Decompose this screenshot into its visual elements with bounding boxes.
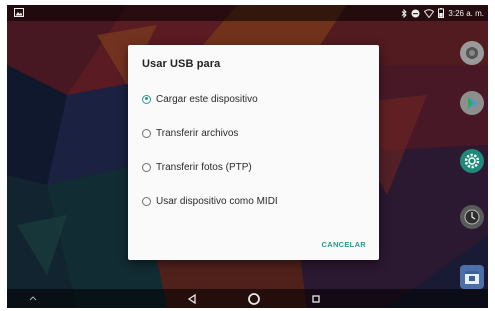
camera-app-icon[interactable]	[460, 41, 484, 65]
usb-option-file-transfer[interactable]: Transferir archivos	[142, 125, 238, 141]
option-label: Cargar este dispositivo	[156, 93, 258, 105]
device-frame: 3:26 a. m. Usar USB para Cargar este dis…	[0, 0, 495, 311]
screenshot-icon	[14, 8, 24, 17]
do-not-disturb-icon	[411, 9, 420, 17]
status-bar: 3:26 a. m.	[7, 5, 488, 21]
option-label: Usar dispositivo como MIDI	[156, 195, 278, 207]
battery-icon	[438, 8, 445, 18]
usb-option-photo-transfer[interactable]: Transferir fotos (PTP)	[142, 159, 252, 175]
bluetooth-icon	[402, 8, 408, 18]
home-app-dock	[452, 33, 488, 305]
wifi-icon	[424, 8, 435, 18]
settings-app-icon[interactable]	[460, 149, 484, 173]
radio-selected-icon[interactable]	[142, 94, 151, 104]
usb-options-dialog: Usar USB para Cargar este dispositivo Tr…	[128, 45, 379, 260]
status-clock: 3:26 a. m.	[448, 8, 484, 18]
up-chevron-icon	[29, 296, 37, 301]
usb-option-charge[interactable]: Cargar este dispositivo	[142, 91, 258, 107]
recents-icon[interactable]	[309, 292, 323, 306]
navigation-bar	[7, 289, 488, 308]
dialog-title: Usar USB para	[142, 58, 221, 70]
radio-unselected-icon[interactable]	[142, 128, 151, 138]
back-icon[interactable]	[185, 292, 199, 306]
option-label: Transferir archivos	[156, 127, 239, 139]
radio-unselected-icon[interactable]	[142, 196, 151, 206]
cancel-button[interactable]: CANCELAR	[322, 240, 366, 249]
play-store-icon[interactable]	[460, 91, 484, 115]
home-icon[interactable]	[247, 292, 261, 306]
usb-option-midi[interactable]: Usar dispositivo como MIDI	[142, 193, 278, 209]
option-label: Transferir fotos (PTP)	[156, 161, 252, 173]
clock-app-icon[interactable]	[460, 205, 484, 229]
calendar-app-icon[interactable]	[460, 265, 484, 289]
radio-unselected-icon[interactable]	[142, 162, 151, 172]
tablet-screen: 3:26 a. m. Usar USB para Cargar este dis…	[7, 5, 488, 308]
